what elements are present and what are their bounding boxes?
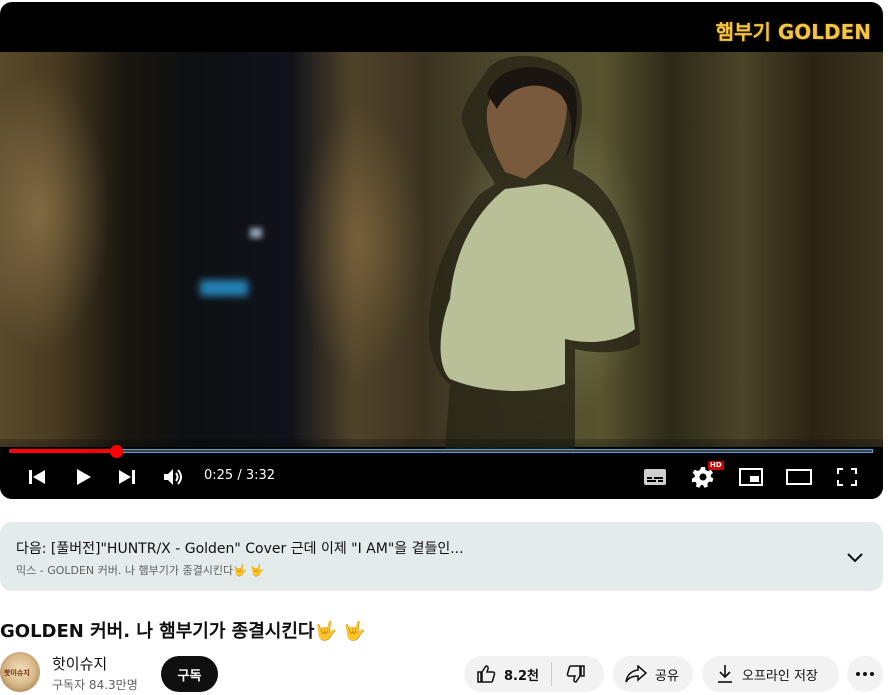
theater-mode-icon[interactable] [786, 464, 812, 490]
share-button[interactable]: 공유 [613, 656, 693, 692]
progress-played [9, 449, 117, 453]
up-next-title[interactable]: 다음: [풀버전]"HUNTR/X - Golden" Cover 근데 이제 … [16, 538, 464, 558]
like-button[interactable]: 8.2천 [464, 656, 551, 692]
thumbs-up-icon [477, 665, 496, 683]
like-dislike-group: 8.2천 [464, 656, 604, 692]
video-title: GOLDEN 커버. 나 햄부기가 종결시킨다🤟 🤟 [0, 621, 366, 642]
subscriber-count: 구독자 84.3만명 [52, 678, 138, 692]
progress-track [9, 449, 873, 453]
volume-icon[interactable] [162, 464, 186, 490]
thumbs-down-icon [566, 665, 585, 683]
channel-avatar[interactable]: 핫이슈지 [0, 652, 40, 692]
avatar-logo-text: 핫이슈지 [4, 669, 30, 677]
dislike-button[interactable] [552, 656, 586, 692]
more-actions-button[interactable] [847, 656, 883, 692]
time-display: 0:25 / 3:32 [204, 468, 276, 483]
previous-icon[interactable] [26, 464, 48, 490]
subtitles-icon[interactable] [643, 464, 667, 490]
like-count: 8.2천 [504, 668, 539, 684]
video-light-blue [200, 280, 248, 296]
miniplayer-icon[interactable] [739, 464, 763, 490]
more-horizontal-icon [856, 672, 874, 676]
chevron-down-icon[interactable] [847, 548, 863, 567]
channel-watermark-logo: 햄부기 GOLDEN [715, 20, 871, 44]
next-icon[interactable] [116, 464, 138, 490]
hd-badge: HD [708, 461, 724, 470]
channel-name[interactable]: 핫이슈지 [52, 653, 107, 674]
download-icon [718, 665, 732, 683]
up-next-panel[interactable]: 다음: [풀버전]"HUNTR/X - Golden" Cover 근데 이제 … [0, 522, 883, 591]
progress-bar[interactable] [9, 445, 873, 458]
share-icon [625, 665, 647, 683]
offline-save-label: 오프라인 저장 [742, 668, 818, 684]
play-icon[interactable] [72, 464, 94, 490]
subscribe-button[interactable]: 구독 [161, 656, 218, 692]
video-person-figure [428, 55, 640, 449]
share-label: 공유 [655, 668, 679, 684]
fullscreen-icon[interactable] [836, 464, 858, 490]
offline-save-button[interactable]: 오프라인 저장 [702, 656, 839, 692]
video-player[interactable]: 햄부기 GOLDEN 0:25 / 3:32 HD [0, 2, 883, 499]
up-next-mix-label: 믹스 - GOLDEN 커버. 나 햄부기가 종결시킨다🤟 🤟 [16, 564, 264, 577]
video-light-white [250, 228, 262, 238]
